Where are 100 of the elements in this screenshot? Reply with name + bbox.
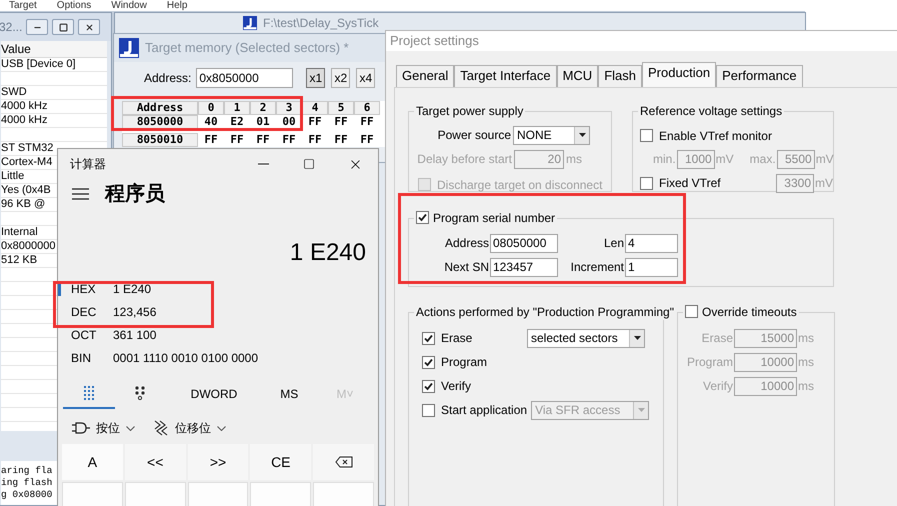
log-line: g 0x08000 — [1, 489, 54, 501]
byte-cell-text: FF — [255, 133, 271, 147]
zoom-button[interactable]: x1 — [306, 68, 326, 88]
group-title: Actions performed by "Production Programming" — [416, 304, 674, 320]
property-value: 4000 kHz — [1, 99, 48, 114]
label: Erase — [702, 330, 733, 347]
menu-item[interactable]: Help — [166, 0, 188, 12]
maximize-icon — [303, 158, 315, 170]
label: Erase — [441, 330, 474, 347]
zoom-button[interactable]: x2 — [331, 68, 350, 88]
unit-label: ms — [798, 378, 814, 395]
label: Verify — [702, 378, 733, 395]
radix-label: BIN — [71, 350, 92, 366]
property-value: USB [Device 0] — [1, 57, 76, 72]
unit-label: mV — [716, 151, 734, 168]
label: Verify — [441, 378, 472, 395]
label: Program — [441, 354, 488, 371]
tab[interactable]: Performance — [716, 64, 803, 86]
property-value: 512 KB — [1, 253, 38, 268]
radix-label: HEX — [71, 280, 97, 298]
label: Len — [604, 235, 624, 252]
restore-icon — [58, 22, 68, 32]
unit-label: ms — [798, 354, 814, 371]
label: Delay before start — [417, 151, 512, 168]
label: Discharge target on disconnect — [437, 176, 602, 194]
tab[interactable]: Production — [642, 62, 716, 86]
address-cell: 8050010 — [122, 133, 198, 147]
tab[interactable]: General — [396, 64, 454, 86]
menu-item[interactable]: Options — [56, 0, 92, 12]
property-value: ST STM32 — [1, 141, 54, 156]
address-field[interactable]: 0x8050000 — [196, 68, 294, 88]
calculator-key[interactable]: << — [124, 444, 186, 480]
property-value: Cortex-M4 — [1, 155, 52, 170]
memory-button[interactable]: MS — [261, 379, 318, 409]
log-line: aring fla — [1, 465, 54, 477]
calculator-key[interactable]: A — [62, 444, 123, 480]
label: Program — [686, 354, 733, 371]
property-value: Yes (0x4B — [1, 183, 51, 198]
input-field[interactable]: 1 — [625, 258, 678, 276]
byte-cell-text: FF — [359, 133, 375, 147]
checkbox[interactable] — [422, 356, 435, 368]
close-button[interactable] — [78, 19, 100, 35]
column-header: 1 — [224, 101, 250, 115]
column-header: 2 — [250, 101, 276, 115]
property-value: Little — [1, 169, 24, 184]
checkbox[interactable] — [422, 380, 435, 392]
radix-label: DEC — [71, 304, 98, 320]
tab[interactable]: MCU — [556, 64, 598, 86]
radix-value: 0001 1110 0010 0100 0000 — [113, 350, 258, 366]
dropdown-menu[interactable]: 位移位 — [153, 419, 226, 437]
byte-cell-text: 01 — [255, 115, 271, 129]
zoom-button[interactable]: x4 — [356, 68, 376, 88]
column-header: 0 — [198, 101, 224, 115]
app-logo-icon — [119, 38, 139, 58]
calculator-key[interactable]: CE — [250, 444, 312, 480]
chevron-down-icon — [126, 426, 135, 430]
restore-button[interactable] — [52, 19, 74, 35]
input-field[interactable]: 08050000 — [490, 234, 558, 252]
window-title: Target memory (Selected sectors) * — [145, 39, 349, 58]
label: Address: — [144, 70, 192, 87]
label: Enable VTref monitor — [659, 128, 772, 144]
backspace-icon — [334, 456, 353, 468]
menu-item[interactable]: Target — [9, 0, 37, 12]
byte-cell-text: FF — [229, 133, 245, 147]
byte-cell-text: FF — [307, 133, 323, 147]
label: min. — [653, 151, 676, 168]
column-header: Address — [122, 101, 198, 115]
checkbox[interactable] — [640, 176, 653, 190]
tab[interactable]: Flash — [598, 64, 642, 86]
input-field[interactable]: 123457 — [490, 258, 558, 276]
calculator-key[interactable]: >> — [188, 444, 248, 480]
app-logo-icon — [243, 16, 257, 30]
mode-title: 程序员 — [105, 182, 165, 207]
radix-label: OCT — [71, 326, 98, 344]
window-title: 计算器 — [70, 156, 107, 173]
shift-arrows-icon — [153, 420, 169, 436]
checkbox[interactable] — [422, 404, 435, 416]
checkbox[interactable] — [685, 305, 698, 318]
byte-cell-text: FF — [281, 133, 297, 147]
checkbox[interactable] — [640, 129, 653, 142]
word-size-button[interactable]: DWORD — [166, 379, 262, 409]
tab[interactable]: Target Interface — [454, 64, 557, 86]
input-field[interactable]: 4 — [625, 234, 678, 252]
minimize-icon — [258, 163, 268, 165]
label: max. — [750, 151, 776, 168]
checkbox[interactable] — [422, 332, 435, 344]
column-header: 6 — [354, 101, 380, 115]
dropdown-menu[interactable]: 按位 — [72, 419, 135, 437]
menu-item[interactable]: Window — [111, 0, 147, 12]
checkbox[interactable] — [416, 211, 429, 224]
dropdown[interactable]: selected sectors — [527, 328, 645, 348]
close-icon — [84, 22, 94, 32]
dropdown[interactable]: NONE — [513, 126, 590, 144]
property-value: SWD — [1, 85, 27, 100]
dots-icon — [134, 386, 147, 400]
menu-icon — [72, 188, 89, 200]
byte-cell-text: FF — [333, 133, 349, 147]
byte-cell-text: 40 — [203, 115, 219, 129]
label: Next SN — [444, 259, 489, 276]
calculator-key[interactable] — [313, 444, 374, 480]
